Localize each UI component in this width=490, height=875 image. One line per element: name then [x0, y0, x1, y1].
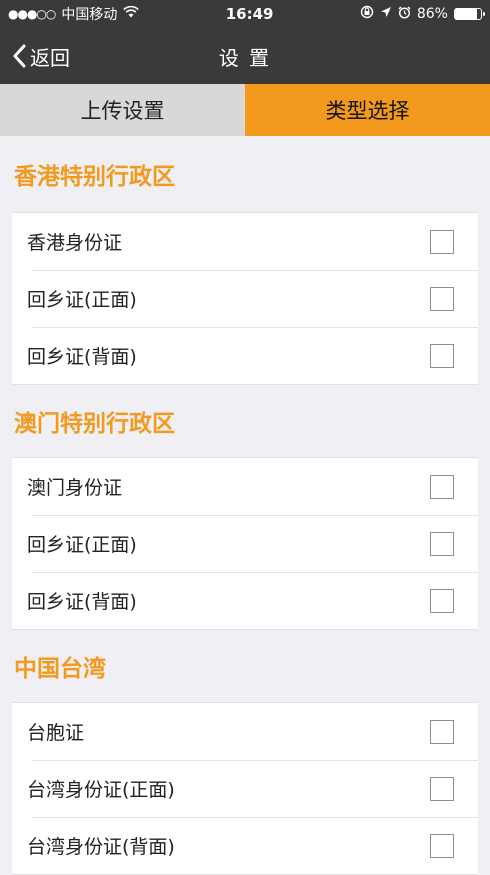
alarm-icon — [398, 5, 411, 23]
battery-fill — [454, 9, 478, 19]
checkbox[interactable] — [430, 474, 454, 499]
status-right: 86% — [360, 5, 485, 23]
checkbox[interactable] — [430, 343, 454, 368]
section-title: 中国台湾 — [14, 656, 106, 682]
status-time: 16:49 — [225, 5, 274, 23]
checkbox[interactable] — [430, 719, 454, 744]
section-title: 香港特别行政区 — [14, 164, 175, 190]
list-item[interactable]: 香港身份证 — [12, 213, 478, 270]
battery-icon — [453, 8, 485, 20]
section-hong-kong: 香港特别行政区 香港身份证 回乡证(正面) 回乡证(背面) — [0, 136, 490, 385]
list-item[interactable]: 回乡证(正面) — [12, 270, 478, 327]
list-item[interactable]: 回乡证(背面) — [12, 572, 478, 629]
list-item[interactable]: 回乡证(正面) — [12, 515, 478, 572]
tab-type-selection[interactable]: 类型选择 — [245, 84, 490, 136]
back-label: 返回 — [30, 45, 70, 70]
lock-rotation-icon — [360, 5, 374, 23]
carrier-label: 中国移动 — [61, 7, 118, 23]
battery-percent: 86% — [416, 6, 448, 22]
list-item-label: 台湾身份证(背面) — [27, 836, 175, 858]
tab-upload-settings[interactable]: 上传设置 — [0, 84, 245, 136]
checkbox[interactable] — [430, 229, 454, 254]
list-item-label: 回乡证(正面) — [27, 534, 137, 556]
checkbox[interactable] — [430, 833, 454, 858]
list-item-label: 香港身份证 — [27, 232, 123, 254]
location-icon — [380, 6, 392, 22]
section-title: 澳门特别行政区 — [14, 411, 175, 437]
tab-bar: 上传设置 类型选择 — [0, 84, 490, 136]
list-item[interactable]: 台湾身份证(正面) — [12, 760, 478, 817]
status-bar: ●●●○○ 中国移动 16:49 86% — [0, 0, 490, 28]
list-item[interactable]: 台胞证 — [12, 703, 478, 760]
list-item-label: 台湾身份证(正面) — [27, 779, 175, 801]
list-item[interactable]: 澳门身份证 — [12, 458, 478, 515]
list-item-label: 回乡证(背面) — [27, 591, 137, 613]
list-item-label: 回乡证(正面) — [27, 289, 137, 311]
checkbox[interactable] — [430, 776, 454, 801]
status-left: ●●●○○ 中国移动 — [8, 4, 140, 24]
list-item-label: 澳门身份证 — [27, 477, 123, 499]
checkbox[interactable] — [430, 286, 454, 311]
back-button[interactable]: 返回 — [12, 28, 70, 84]
navigation-bar: 返回 设 置 — [0, 28, 490, 84]
section-taiwan: 中国台湾 台胞证 台湾身份证(正面) 台湾身份证(背面) — [0, 630, 490, 875]
section-macau: 澳门特别行政区 澳门身份证 回乡证(正面) 回乡证(背面) — [0, 385, 490, 630]
page-title: 设 置 — [218, 45, 272, 70]
list-item[interactable]: 回乡证(背面) — [12, 327, 478, 384]
list-item-label: 回乡证(背面) — [27, 346, 137, 368]
list-item-label: 台胞证 — [27, 722, 85, 744]
option-list: 台胞证 台湾身份证(正面) 台湾身份证(背面) — [12, 702, 478, 875]
checkbox[interactable] — [430, 531, 454, 556]
option-list: 香港身份证 回乡证(正面) 回乡证(背面) — [12, 212, 478, 385]
checkbox[interactable] — [430, 588, 454, 613]
chevron-left-icon — [12, 44, 26, 68]
list-item[interactable]: 台湾身份证(背面) — [12, 817, 478, 874]
option-list: 澳门身份证 回乡证(正面) 回乡证(背面) — [12, 457, 478, 630]
signal-icon: ●●●○○ — [8, 7, 56, 21]
wifi-icon — [123, 5, 140, 22]
